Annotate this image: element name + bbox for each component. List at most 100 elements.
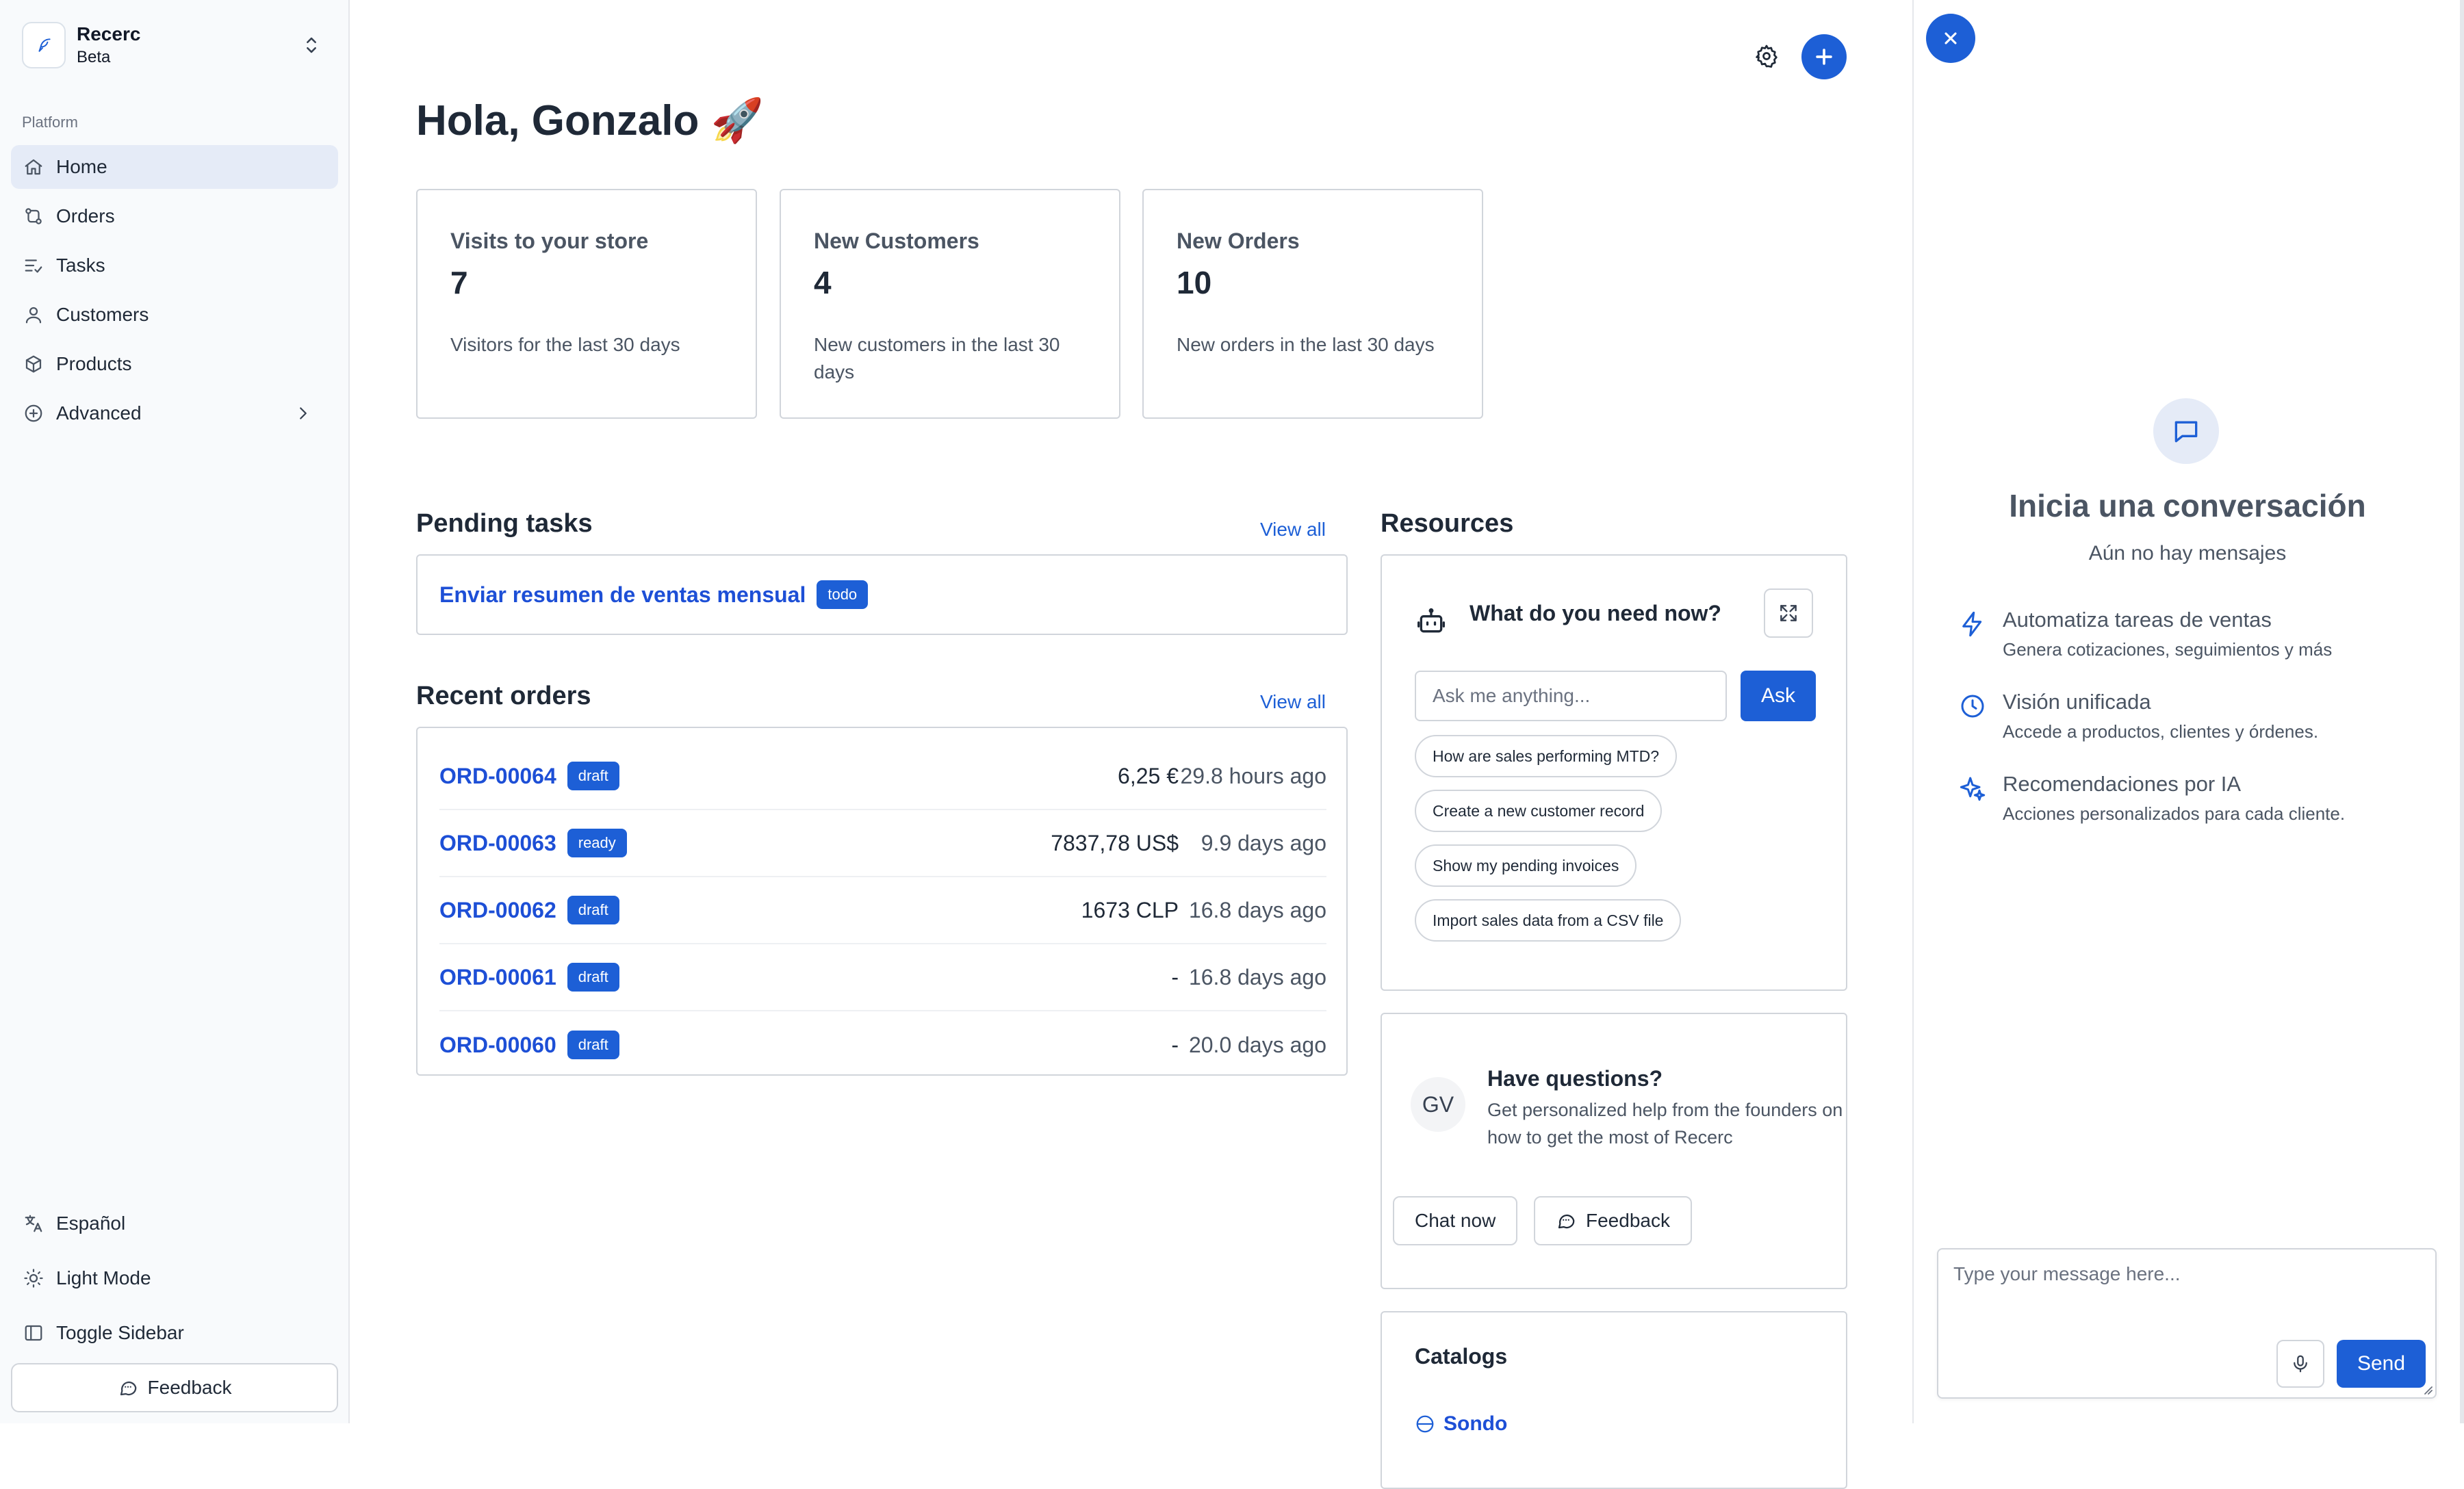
- pending-tasks-title: Pending tasks: [416, 509, 593, 538]
- theme-toggle[interactable]: Light Mode: [11, 1254, 338, 1303]
- status-badge: todo: [817, 580, 869, 609]
- stat-description: New customers in the last 30 days: [814, 334, 1060, 383]
- help-feedback-button[interactable]: Feedback: [1534, 1196, 1692, 1245]
- order-amount: 7837,78 US$: [1051, 830, 1179, 855]
- language-icon: [23, 1213, 44, 1234]
- order-row: ORD-00063 ready 7837,78 US$ 9.9 days ago: [439, 810, 1326, 877]
- plus-circle-icon: [23, 403, 44, 424]
- order-age: 29.8 hours ago: [1180, 763, 1327, 788]
- message-composer: Send: [1937, 1248, 2437, 1399]
- user-icon: [23, 305, 44, 325]
- sidebar-item-products[interactable]: Products: [11, 342, 338, 386]
- microphone-button[interactable]: [2276, 1340, 2324, 1388]
- settings-gear-icon[interactable]: [1754, 44, 1779, 68]
- send-button[interactable]: Send: [2337, 1340, 2426, 1388]
- orders-icon: [23, 206, 44, 226]
- catalog-item[interactable]: Sondo: [1415, 1412, 1507, 1436]
- main-nav: Home Orders Tasks Customers Products Adv…: [11, 145, 338, 441]
- sidebar-item-label: Products: [56, 353, 132, 374]
- stat-title: Visits to your store: [450, 229, 649, 253]
- feature-title: Recomendaciones por IA: [2003, 772, 2242, 796]
- sidebar-footer: Español Light Mode Toggle Sidebar: [11, 1199, 338, 1363]
- status-badge: draft: [567, 896, 619, 924]
- recent-orders-view-all[interactable]: View all: [1260, 691, 1326, 713]
- order-row: ORD-00062 draft 1673 CLP 16.8 days ago: [439, 877, 1326, 944]
- feature-title: Automatiza tareas de ventas: [2003, 608, 2272, 632]
- status-badge: draft: [567, 1031, 619, 1059]
- sidebar-item-home[interactable]: Home: [11, 145, 338, 189]
- microphone-icon: [2294, 1355, 2307, 1373]
- sidebar: Recerc Beta Platform Home Orders Tasks C…: [0, 0, 350, 1423]
- chevron-up-down-icon[interactable]: [300, 34, 323, 57]
- sidebar-item-label: Advanced: [56, 402, 142, 424]
- ask-button[interactable]: Ask: [1741, 671, 1816, 721]
- order-link[interactable]: ORD-00061: [439, 965, 556, 990]
- suggestion-chip[interactable]: Import sales data from a CSV file: [1415, 899, 1682, 942]
- assistant-input[interactable]: [1415, 671, 1727, 721]
- create-new-button[interactable]: [1801, 34, 1847, 79]
- task-item: Enviar resumen de ventas mensual todo: [439, 580, 869, 609]
- feature-title: Visión unificada: [2003, 690, 2151, 714]
- close-icon: [1945, 32, 1957, 44]
- chat-now-label: Chat now: [1415, 1210, 1496, 1231]
- stat-value: 10: [1177, 265, 1212, 300]
- sidebar-item-label: Customers: [56, 304, 149, 325]
- task-link[interactable]: Enviar resumen de ventas mensual: [439, 582, 806, 608]
- workspace-name: Recerc: [77, 23, 141, 44]
- order-link[interactable]: ORD-00063: [439, 831, 556, 856]
- order-link[interactable]: ORD-00060: [439, 1033, 556, 1058]
- feature-description: Genera cotizaciones, seguimientos y más: [2003, 639, 2333, 660]
- order-link[interactable]: ORD-00064: [439, 764, 556, 789]
- stat-title: New Customers: [814, 229, 979, 253]
- pending-tasks-view-all[interactable]: View all: [1260, 519, 1326, 541]
- sidebar-item-tasks[interactable]: Tasks: [11, 244, 338, 287]
- nav-section-label: Platform: [22, 114, 78, 131]
- founder-avatar: GV: [1411, 1077, 1465, 1132]
- tasks-icon: [23, 255, 44, 276]
- recent-orders-card: ORD-00064 draft 6,25 € 29.8 hours ago OR…: [416, 727, 1348, 1076]
- message-circle-icon: [118, 1377, 138, 1398]
- sidebar-item-customers[interactable]: Customers: [11, 293, 338, 337]
- chat-bubble-icon: [2153, 398, 2219, 464]
- sidebar-item-advanced[interactable]: Advanced: [11, 391, 338, 435]
- sidebar-item-orders[interactable]: Orders: [11, 194, 338, 238]
- suggestion-chip[interactable]: Show my pending invoices: [1415, 844, 1637, 887]
- order-amount: 1673 CLP: [1081, 897, 1179, 922]
- order-amount: 6,25 €: [1118, 763, 1179, 788]
- message-circle-icon: [1556, 1210, 1576, 1231]
- order-amount: -: [1171, 964, 1179, 989]
- order-link[interactable]: ORD-00062: [439, 898, 556, 923]
- chat-now-button[interactable]: Chat now: [1393, 1196, 1518, 1245]
- resize-handle-icon[interactable]: [2422, 1384, 2433, 1395]
- bolt-icon: [1959, 610, 1986, 638]
- toggle-sidebar-button[interactable]: Toggle Sidebar: [11, 1308, 338, 1358]
- order-age: 16.8 days ago: [1188, 897, 1326, 922]
- chat-empty-subtitle: Aún no hay mensajes: [2088, 542, 2287, 565]
- sidebar-item-label: Home: [56, 156, 107, 177]
- sidebar-item-label: Orders: [56, 205, 115, 226]
- suggestion-chip[interactable]: How are sales performing MTD?: [1415, 735, 1678, 777]
- feedback-label: Feedback: [147, 1377, 232, 1398]
- help-card: GV Have questions? Get personalized help…: [1381, 1013, 1847, 1289]
- help-title: Have questions?: [1487, 1066, 1663, 1091]
- workspace-switcher[interactable]: Recerc Beta: [22, 22, 323, 68]
- globe-icon: [1415, 1414, 1435, 1434]
- assistant-title: What do you need now?: [1470, 601, 1721, 625]
- status-badge: draft: [567, 762, 619, 790]
- close-chat-button[interactable]: [1926, 14, 1975, 63]
- main-content: Hola, Gonzalo 🚀 Visits to your store 7 V…: [350, 0, 1912, 1489]
- sidebar-feedback-button[interactable]: Feedback: [11, 1363, 338, 1412]
- suggestion-chip[interactable]: Create a new customer record: [1415, 790, 1663, 832]
- sidebar-icon: [23, 1323, 44, 1343]
- stat-description: New orders in the last 30 days: [1177, 334, 1435, 355]
- order-age: 9.9 days ago: [1201, 830, 1326, 855]
- sidebar-item-label: Tasks: [56, 255, 105, 276]
- sun-icon: [23, 1268, 44, 1289]
- page-greeting: Hola, Gonzalo 🚀: [416, 97, 764, 144]
- expand-icon[interactable]: [1764, 588, 1813, 638]
- home-icon: [23, 157, 44, 177]
- box-icon: [23, 354, 44, 374]
- language-toggle[interactable]: Español: [11, 1199, 338, 1248]
- toggle-sidebar-label: Toggle Sidebar: [56, 1322, 184, 1343]
- feature-description: Acciones personalizados para cada client…: [2003, 803, 2346, 824]
